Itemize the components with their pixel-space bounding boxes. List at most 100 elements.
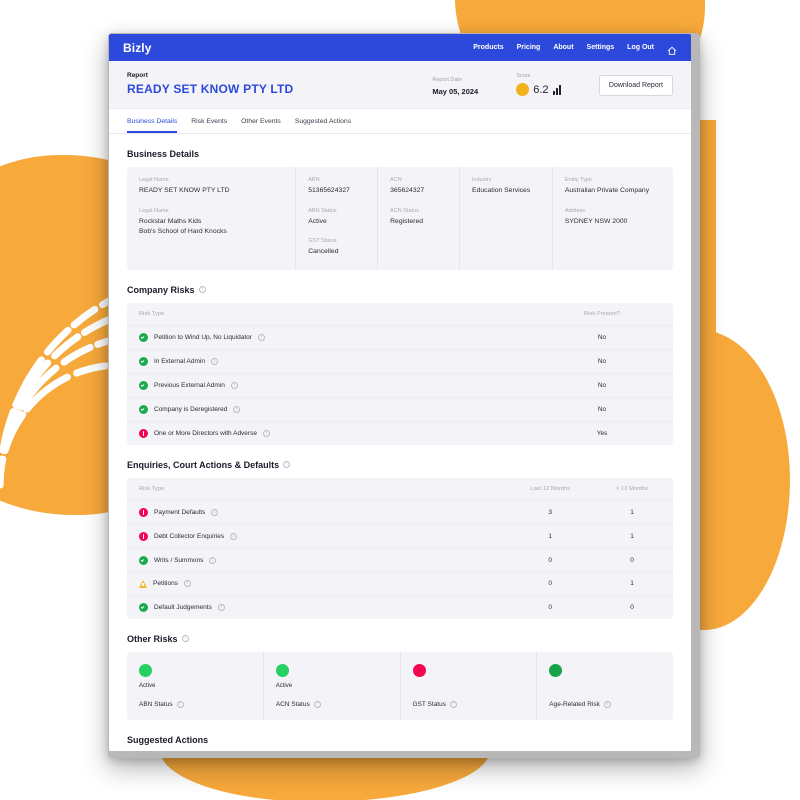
info-icon[interactable]: i [181, 635, 189, 643]
trading-name-value-1: Rockstar Maths Kids [139, 217, 202, 225]
address-label: Address [564, 207, 586, 214]
acn-value: 365624327 [390, 187, 425, 194]
last-12-months-value: 0 [509, 594, 592, 619]
risk-present-value: No [531, 348, 673, 374]
over-12-months-value: 0 [591, 594, 673, 619]
status-dot-icon [549, 663, 563, 677]
last-12-months-value: 0 [509, 547, 592, 573]
info-icon[interactable]: i [217, 603, 225, 611]
score-value: 6.2 [533, 83, 549, 96]
info-icon[interactable]: i [230, 381, 238, 389]
info-icon[interactable]: i [603, 700, 611, 708]
tab-suggested-actions[interactable]: Suggested Actions [295, 118, 351, 133]
status-ok-icon [139, 404, 148, 414]
page-title: READY SET KNOW PTY LTD [127, 82, 294, 96]
other-risk-value [413, 683, 525, 695]
nav-link-log-out[interactable]: Log Out [627, 44, 654, 51]
status-alert-icon [139, 507, 148, 517]
other-risk-item-age-related-risk: Age-Related Risk i [537, 652, 673, 720]
abn-block: ABN 51365624327 [308, 177, 367, 197]
section-title-text: Company Risks [127, 284, 195, 295]
info-icon[interactable]: i [449, 700, 457, 708]
other-risk-label-row: GST Status i [413, 700, 525, 708]
info-icon[interactable]: i [210, 357, 218, 365]
bar-chart-icon [552, 84, 561, 95]
over-12-months-value: 0 [591, 547, 673, 573]
industry-block: Industry Education Services [472, 177, 542, 197]
acn-block: ACN 365624327 [390, 177, 449, 197]
gst-status-label: GST Status [308, 238, 337, 245]
info-icon[interactable]: i [283, 461, 291, 469]
other-risk-item-gst-status: GST Status i [401, 651, 538, 720]
download-report-button[interactable]: Download Report [598, 75, 673, 96]
entity-type-block: Entity Type Australian Private Company [565, 177, 663, 197]
trading-names-block: Legal Name Rockstar Maths Kids Bob's Sch… [139, 208, 285, 238]
nav-link-products[interactable]: Products [473, 44, 503, 51]
header-risk-type: Risk Type [127, 477, 510, 501]
trading-name-value-2: Bob's School of Hard Knocks [139, 228, 227, 236]
trading-names-label: Legal Name [139, 207, 169, 214]
status-dot-icon [275, 663, 289, 677]
info-icon[interactable]: i [257, 333, 265, 341]
risk-label: Company is Deregistered [154, 405, 228, 413]
nav-link-settings[interactable]: Settings [587, 44, 615, 51]
risk-label: Previous External Admin [154, 381, 225, 389]
entity-type-label: Entity Type [564, 177, 592, 183]
enquiries-card: Risk Type Last 12 Months > 12 Months Pay… [127, 477, 673, 619]
table-row: Previous External Admin i No [127, 372, 673, 398]
business-details-column-abn: ABN 51365624327 ABN Status Active GST St… [296, 167, 379, 270]
other-risks-grid: Active ABN Status i Active ACN Status i [127, 651, 673, 720]
company-risks-table: Risk Type Risk Present? Petition to Wind… [127, 302, 673, 445]
company-risks-card: Risk Type Risk Present? Petition to Wind… [127, 302, 673, 445]
business-details-card: Legal Name READY SET KNOW PTY LTD Legal … [127, 167, 673, 270]
tab-risk-events[interactable]: Risk Events [191, 118, 227, 133]
section-title-business-details: Business Details [127, 149, 673, 159]
screenshot-stage: Bizly Products Pricing About Settings Lo… [0, 0, 800, 800]
status-ok-icon [139, 380, 148, 390]
other-risk-label-row: ACN Status i [276, 700, 388, 708]
nav-link-pricing[interactable]: Pricing [517, 44, 541, 51]
report-date-value: May 05, 2024 [432, 87, 479, 96]
info-icon[interactable]: i [209, 556, 217, 564]
table-header-row: Risk Type Risk Present? [127, 302, 673, 326]
info-icon[interactable]: i [233, 405, 241, 413]
table-row: Company is Deregistered i No [127, 396, 673, 422]
info-icon[interactable]: i [211, 508, 219, 516]
legal-name-value: READY SET KNOW PTY LTD [139, 187, 230, 194]
industry-value: Education Services [472, 187, 531, 194]
tab-business-details[interactable]: Business Details [127, 118, 178, 133]
table-row: Petitions i 0 1 [127, 571, 673, 596]
risk-label: Payment Defaults [154, 508, 206, 516]
info-icon[interactable]: i [313, 700, 321, 708]
header-last-12-months: Last 12 Months [509, 477, 592, 501]
info-icon[interactable]: i [230, 532, 238, 540]
info-icon[interactable]: i [183, 580, 191, 588]
section-title-suggested-actions: Suggested Actions [127, 735, 673, 745]
report-content: Business Details Legal Name READY SET KN… [109, 149, 691, 751]
acn-status-block: ACN Status Registered [390, 208, 449, 228]
info-icon[interactable]: i [198, 286, 206, 294]
status-alert-icon [139, 428, 148, 438]
home-icon[interactable] [667, 43, 677, 55]
risk-label: Writs / Summons [154, 556, 204, 564]
status-ok-icon [139, 555, 148, 565]
section-title-text: Suggested Actions [127, 734, 209, 745]
tab-other-events[interactable]: Other Events [241, 118, 281, 133]
brand-logo[interactable]: Bizly [123, 41, 152, 55]
risk-label: One or More Directors with Adverse [154, 429, 257, 437]
top-navbar: Bizly Products Pricing About Settings Lo… [109, 34, 691, 61]
status-ok-icon [139, 356, 148, 366]
other-risk-value: Active [139, 682, 156, 689]
risk-present-value: Yes [531, 420, 673, 445]
section-title-other-risks: Other Risks i [127, 634, 673, 644]
report-header: Report READY SET KNOW PTY LTD Report Dat… [109, 61, 691, 109]
other-risk-value: Active [275, 682, 293, 689]
abn-value: 51365624327 [308, 187, 350, 194]
info-icon[interactable]: i [176, 700, 184, 708]
info-icon[interactable]: i [262, 429, 270, 437]
risk-present-value: No [531, 396, 673, 422]
table-row: Petition to Wind Up, No Liquidator i No [127, 324, 673, 350]
section-title-enquiries: Enquiries, Court Actions & Defaults i [127, 460, 673, 470]
other-risk-value [549, 683, 661, 695]
nav-link-about[interactable]: About [553, 44, 573, 51]
